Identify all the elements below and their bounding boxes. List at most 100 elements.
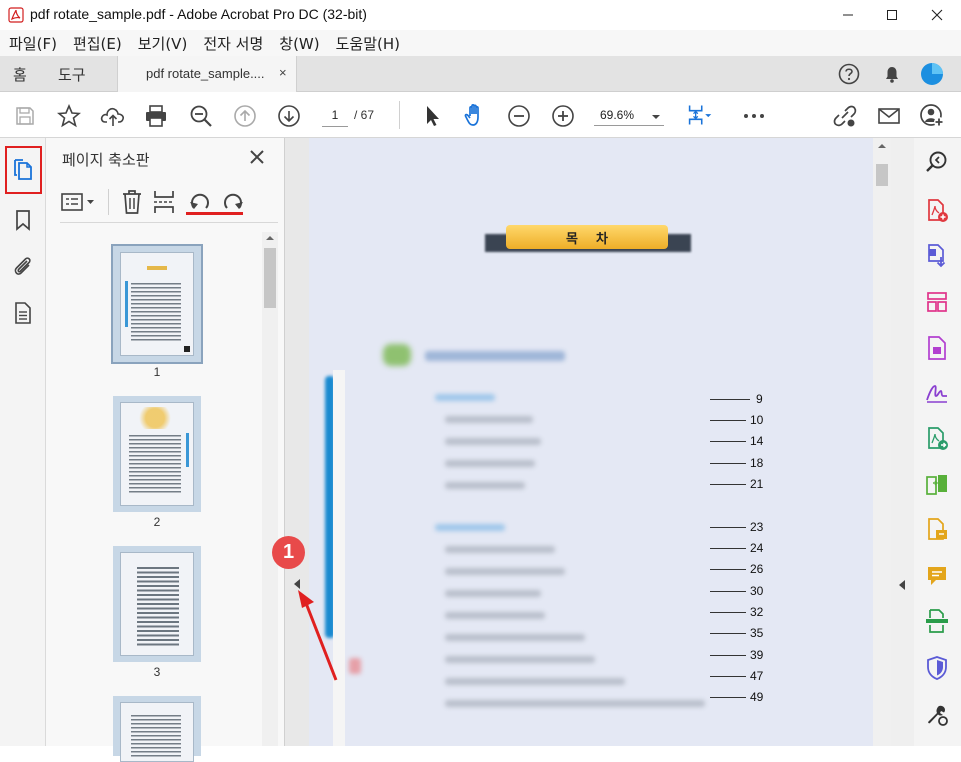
print-icon[interactable] <box>143 103 169 129</box>
delete-page-icon[interactable] <box>120 189 144 215</box>
toc-leader-line <box>710 569 746 570</box>
zoom-out-icon[interactable] <box>506 103 532 129</box>
more-tools-wrench-icon[interactable] <box>922 700 952 730</box>
menu-file[interactable]: 파일(F) <box>9 33 57 54</box>
thumbnail-scrollbar[interactable] <box>262 232 278 746</box>
organize-pages-icon[interactable] <box>922 287 952 317</box>
tab-document[interactable]: pdf rotate_sample.... × <box>117 56 297 92</box>
zoom-level-value: 69.6% <box>600 108 635 122</box>
menu-window[interactable]: 창(W) <box>279 33 319 54</box>
attachments-paperclip-icon[interactable] <box>8 251 38 281</box>
document-properties-icon[interactable] <box>8 298 38 328</box>
toc-page-number: 32 <box>750 605 764 619</box>
thumbnail-page-2[interactable] <box>113 396 201 512</box>
maximize-button[interactable] <box>869 0 915 30</box>
select-cursor-icon[interactable] <box>419 103 445 129</box>
create-pdf-icon[interactable] <box>922 196 952 226</box>
close-tab-icon[interactable]: × <box>279 65 287 80</box>
minimize-button[interactable] <box>825 0 871 30</box>
hand-tool-icon[interactable] <box>462 102 488 128</box>
document-scrollbar[interactable] <box>873 138 891 746</box>
bookmarks-icon[interactable] <box>8 205 38 235</box>
cloud-upload-icon[interactable] <box>100 103 126 129</box>
toc-page-number: 26 <box>750 562 764 576</box>
toc-leader-line <box>710 463 746 464</box>
panel-title: 페이지 축소판 <box>62 151 150 169</box>
menu-esign[interactable]: 전자 서명 <box>203 33 263 54</box>
insert-page-icon[interactable] <box>152 189 176 215</box>
notification-bell-icon[interactable] <box>881 63 903 85</box>
page-edge <box>333 370 345 746</box>
zoom-out-search-icon[interactable] <box>188 103 214 129</box>
toc-leader-line <box>710 676 746 677</box>
email-icon[interactable] <box>876 103 902 129</box>
step-number-badge: 1 <box>272 536 305 569</box>
title-bar: pdf rotate_sample.pdf - Adobe Acrobat Pr… <box>0 0 961 30</box>
document-scroll-thumb[interactable] <box>876 164 888 186</box>
toc-page-number: 24 <box>750 541 764 555</box>
thumbnail-scroll-thumb[interactable] <box>264 248 276 308</box>
close-panel-icon[interactable] <box>248 148 266 166</box>
toc-page-number: 30 <box>750 584 764 598</box>
thumbnail-page-3[interactable] <box>113 546 201 662</box>
add-user-icon[interactable] <box>920 103 946 129</box>
toc-page-number: 18 <box>750 456 764 470</box>
bookmark-star-icon[interactable] <box>56 103 82 129</box>
zoom-tool-icon[interactable] <box>922 147 952 177</box>
menu-view[interactable]: 보기(V) <box>138 33 188 54</box>
menu-edit[interactable]: 편집(E) <box>73 33 122 54</box>
save-icon[interactable] <box>12 103 38 129</box>
tab-tools[interactable]: 도구 <box>58 56 86 92</box>
panel-divider <box>60 222 278 223</box>
tab-home[interactable]: 홈 <box>13 56 27 92</box>
toc-leader-line <box>710 591 746 592</box>
share-file-icon[interactable] <box>922 515 952 545</box>
page-number-input[interactable]: 1 <box>322 104 348 127</box>
rotate-counterclockwise-icon[interactable] <box>188 190 212 214</box>
edit-pdf-icon[interactable] <box>922 333 952 363</box>
more-options-icon[interactable] <box>741 103 767 129</box>
toc-page-number: 49 <box>750 690 764 704</box>
thumbnail-page-4[interactable] <box>113 696 201 762</box>
comment-icon[interactable] <box>922 561 952 591</box>
toc-leader-line <box>710 420 746 421</box>
red-pointer-arrow-icon <box>296 588 340 684</box>
thumbnail-page-number: 3 <box>153 665 161 679</box>
previous-page-icon[interactable] <box>232 103 258 129</box>
toc-page-number: 10 <box>750 413 764 427</box>
chevron-down-icon <box>651 114 661 120</box>
document-page: 목 차 <box>309 138 873 746</box>
help-icon[interactable] <box>838 63 860 85</box>
toc-leader-line <box>710 633 746 634</box>
protect-shield-icon[interactable] <box>922 653 952 683</box>
doc-scroll-up-arrow-icon[interactable] <box>877 143 887 149</box>
toc-page-number: 23 <box>750 520 764 534</box>
share-link-icon[interactable] <box>832 103 858 129</box>
toc-leader-line <box>710 655 746 656</box>
document-tab-label: pdf rotate_sample.... <box>146 66 265 81</box>
page-thumbnails-icon[interactable] <box>8 155 38 185</box>
close-window-button[interactable] <box>914 0 960 30</box>
send-for-signature-icon[interactable] <box>922 424 952 454</box>
scroll-up-arrow-icon[interactable] <box>265 235 275 241</box>
page-fit-icon[interactable] <box>687 102 713 128</box>
thumbnail-page-1[interactable] <box>111 244 203 364</box>
toc-title-banner: 목 차 <box>506 225 668 249</box>
toc-leader-line <box>710 484 746 485</box>
expand-right-pane-icon[interactable] <box>898 579 906 591</box>
fill-and-sign-icon[interactable] <box>922 378 952 408</box>
export-pdf-icon[interactable] <box>922 241 952 271</box>
page-total: / 67 <box>354 108 375 122</box>
thumbnail-options-icon[interactable] <box>60 190 98 214</box>
toc-leader-line <box>710 441 746 442</box>
rotate-clockwise-icon[interactable] <box>221 190 245 214</box>
right-pane-collapse-strip <box>891 138 915 746</box>
menu-bar: 파일(F) 편집(E) 보기(V) 전자 서명 창(W) 도움말(H) <box>0 30 961 56</box>
toolbar-divider <box>399 101 400 129</box>
zoom-in-icon[interactable] <box>550 103 576 129</box>
menu-help[interactable]: 도움말(H) <box>336 33 400 54</box>
scan-and-ocr-icon[interactable] <box>922 606 952 636</box>
next-page-icon[interactable] <box>276 103 302 129</box>
account-avatar-icon[interactable] <box>920 62 944 86</box>
compare-files-icon[interactable] <box>922 470 952 500</box>
